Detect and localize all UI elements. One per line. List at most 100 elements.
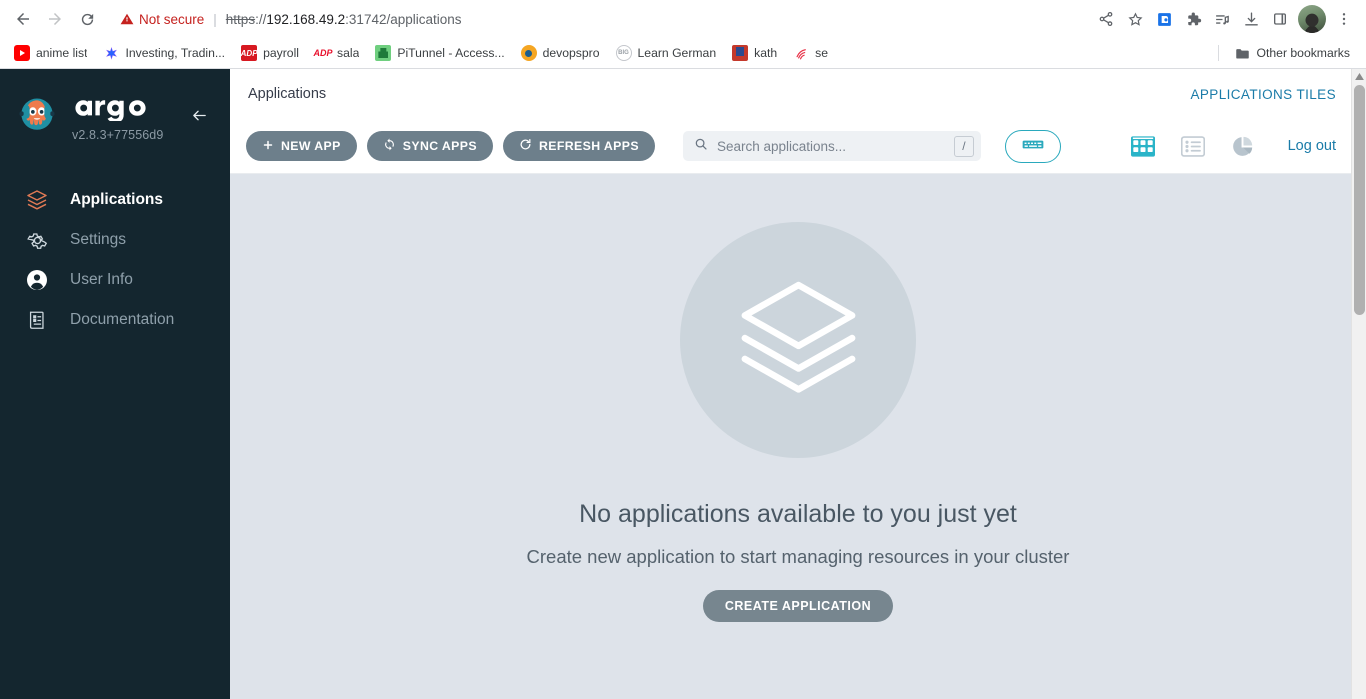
sidebar-item-label: Settings	[70, 231, 127, 248]
omnibox-row: Not secure | https://192.168.49.2:31742/…	[0, 0, 1366, 38]
list-view-icon[interactable]	[1180, 133, 1206, 159]
bookmark-label: Investing, Tradin...	[125, 46, 226, 60]
brand-text: v2.8.3+77556d9	[72, 95, 163, 144]
empty-state-subtitle: Create new application to start managing…	[526, 546, 1070, 567]
applications-toolbar: NEW APP SYNC APPS REFRESH APPS /	[230, 119, 1366, 174]
search-input[interactable]	[716, 138, 945, 154]
pitunnel-favicon	[375, 45, 392, 61]
new-app-button[interactable]: NEW APP	[246, 131, 357, 161]
profile-avatar[interactable]	[1298, 5, 1326, 33]
bookmarks-divider	[1217, 45, 1219, 61]
argo-octopus-logo	[14, 93, 60, 139]
bookmark-label: kath	[754, 46, 778, 60]
security-label: Not secure	[139, 11, 205, 27]
tradingview-favicon	[103, 45, 119, 61]
sync-icon	[383, 138, 396, 154]
download-icon[interactable]	[1237, 5, 1265, 33]
sidebar-brand: v2.8.3+77556d9	[0, 91, 230, 144]
extension-blue-icon[interactable]	[1150, 5, 1178, 33]
sidebar-item-documentation[interactable]: Documentation	[0, 300, 230, 340]
refresh-apps-label: REFRESH APPS	[538, 139, 639, 153]
layers-stack-icon	[727, 266, 870, 414]
bookmark-devopspro[interactable]: devopspro	[513, 42, 608, 64]
bookmark-payroll[interactable]: ADP payroll	[233, 42, 307, 64]
bookmark-learn-german[interactable]: BIG Learn German	[608, 42, 725, 64]
book-doc-icon	[24, 307, 50, 333]
forward-button[interactable]	[40, 4, 70, 34]
keyboard-shortcut-icon	[1022, 137, 1044, 155]
bookmark-kath[interactable]: kath	[724, 42, 785, 64]
bookmarks-bar: anime list Investing, Tradin... ADP payr…	[0, 38, 1366, 68]
address-bar[interactable]: Not secure | https://192.168.49.2:31742/…	[110, 5, 1086, 33]
user-circle-icon	[24, 267, 50, 293]
bookmark-pitunnel[interactable]: PiTunnel - Access...	[367, 42, 512, 64]
page-title: Applications	[248, 86, 327, 102]
bookmark-anime-list[interactable]: anime list	[6, 42, 95, 64]
url-separator: ://	[255, 11, 267, 27]
page-header: Applications APPLICATIONS TILES	[230, 69, 1366, 119]
playlist-music-icon[interactable]	[1208, 5, 1236, 33]
left-arrow-icon[interactable]	[189, 107, 210, 129]
sync-apps-button[interactable]: SYNC APPS	[366, 131, 493, 161]
bookmark-se[interactable]: se	[785, 42, 836, 64]
book-favicon	[732, 45, 749, 61]
devopspro-favicon	[520, 45, 537, 61]
search-applications-box[interactable]: /	[682, 131, 981, 161]
security-indicator[interactable]: Not secure	[120, 12, 204, 27]
bookmark-label: Learn German	[637, 46, 717, 60]
page-scrollbar[interactable]	[1351, 69, 1366, 699]
scrollbar-thumb[interactable]	[1354, 85, 1365, 315]
back-button[interactable]	[8, 4, 38, 34]
other-bookmarks-button[interactable]: Other bookmarks	[1227, 42, 1358, 64]
applications-tiles-label[interactable]: APPLICATIONS TILES	[1191, 87, 1337, 102]
sync-apps-label: SYNC APPS	[402, 139, 477, 153]
side-panel-icon[interactable]	[1266, 5, 1294, 33]
bookmark-star-icon[interactable]	[1121, 5, 1149, 33]
gear-icon	[24, 227, 50, 253]
bookmark-investing[interactable]: Investing, Tradin...	[95, 42, 233, 64]
browser-toolbar-icons	[1092, 5, 1358, 33]
new-app-label: NEW APP	[281, 139, 341, 153]
url-text: https://192.168.49.2:31742/applications	[226, 12, 462, 27]
learn-german-favicon: BIG	[615, 45, 632, 61]
bookmark-label: sala	[336, 46, 360, 60]
refresh-icon	[519, 138, 532, 154]
empty-state-illustration	[680, 222, 916, 458]
create-application-button[interactable]: CREATE APPLICATION	[702, 590, 894, 622]
puzzle-extensions-icon[interactable]	[1179, 5, 1207, 33]
refresh-apps-button[interactable]: REFRESH APPS	[502, 131, 655, 161]
wifi-favicon	[793, 45, 809, 61]
keyboard-shortcut-button[interactable]	[1004, 129, 1061, 163]
other-bookmarks-label: Other bookmarks	[1256, 46, 1350, 60]
sidebar-nav: Applications Settings User Info Document…	[0, 180, 230, 340]
youtube-favicon	[14, 45, 30, 61]
argo-wordmark	[72, 95, 163, 126]
chrome-menu-icon[interactable]	[1330, 5, 1358, 33]
bookmark-label: se	[815, 46, 829, 60]
argo-version: v2.8.3+77556d9	[72, 128, 164, 142]
bookmark-label: PiTunnel - Access...	[397, 46, 505, 60]
url-path: :31742/applications	[345, 11, 462, 27]
bookmark-label: payroll	[263, 46, 299, 60]
folder-icon	[1235, 45, 1251, 61]
plus-icon	[262, 139, 274, 154]
reload-button[interactable]	[72, 4, 102, 34]
scroll-up-arrow-icon[interactable]	[1352, 69, 1366, 83]
argocd-app: v2.8.3+77556d9 Applications Settings Use…	[0, 69, 1366, 699]
url-divider: |	[213, 11, 217, 27]
pie-summary-icon[interactable]	[1230, 133, 1256, 159]
url-host: 192.168.49.2	[266, 11, 346, 27]
layers-icon	[24, 187, 50, 213]
sidebar-item-settings[interactable]: Settings	[0, 220, 230, 260]
tiles-view-icon[interactable]	[1130, 133, 1156, 159]
bookmark-label: devopspro	[542, 46, 600, 60]
sidebar: v2.8.3+77556d9 Applications Settings Use…	[0, 69, 230, 699]
share-icon[interactable]	[1092, 5, 1120, 33]
sidebar-item-user-info[interactable]: User Info	[0, 260, 230, 300]
warning-triangle-icon	[120, 13, 134, 25]
bookmark-sala[interactable]: ADP sala	[307, 42, 367, 64]
sidebar-item-label: Documentation	[70, 311, 175, 328]
sidebar-item-applications[interactable]: Applications	[0, 180, 230, 220]
logout-button[interactable]: Log out	[1288, 138, 1336, 154]
adp-favicon: ADP	[241, 45, 258, 61]
